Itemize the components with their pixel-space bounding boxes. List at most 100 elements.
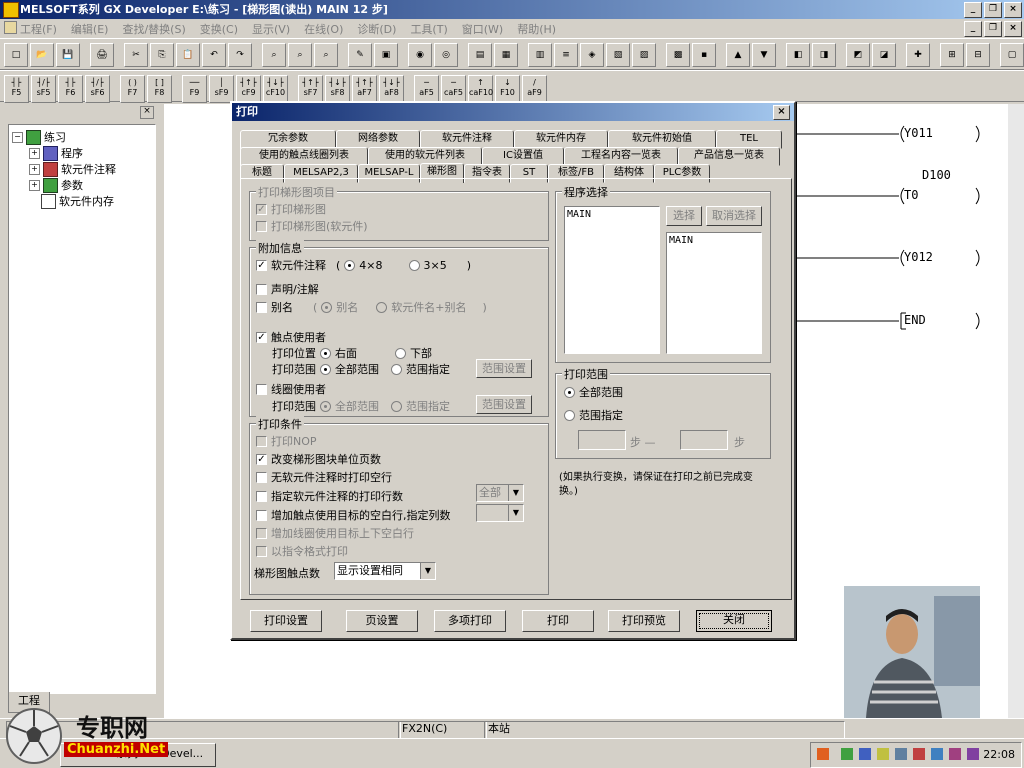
menu-item-6[interactable]: 诊断(D) (357, 21, 396, 37)
restore-button[interactable]: ❐ (984, 2, 1002, 18)
step-from-input[interactable] (578, 430, 626, 450)
alias-checkbox[interactable] (256, 301, 267, 313)
contact-user-checkbox[interactable]: ✓ (256, 331, 267, 343)
open-icon[interactable]: 📂 (30, 43, 54, 67)
sfc-icon[interactable]: ◈ (580, 43, 604, 67)
coil-t0[interactable]: T0 (904, 188, 918, 202)
print-settings-button[interactable]: 打印设置 (250, 610, 322, 632)
write-icon[interactable]: ✎ (348, 43, 372, 67)
ladder-symbol-14[interactable]: ─ aF5 (414, 75, 439, 103)
step-to-input[interactable] (680, 430, 728, 450)
child-close-button[interactable]: × (1004, 21, 1022, 37)
plc-read-icon[interactable]: ▲ (726, 43, 750, 67)
size-4x8-radio[interactable] (344, 259, 356, 271)
close-button[interactable]: × (1004, 2, 1022, 18)
menu-item-0[interactable]: 工程(F) (20, 21, 57, 37)
expand-icon[interactable]: + (29, 179, 40, 191)
ladder-symbol-17[interactable]: ↓ F10 (495, 75, 520, 103)
program-source-list[interactable]: MAIN (564, 206, 660, 354)
device-comment-checkbox[interactable]: ✓ (256, 259, 267, 271)
coil-y012[interactable]: Y012 (904, 250, 933, 264)
end-instruction[interactable]: END (904, 313, 926, 327)
ladder-symbol-10[interactable]: ┤↑├ sF7 (298, 75, 323, 103)
coil-user-checkbox[interactable] (256, 383, 267, 395)
coil-blank-checkbox[interactable] (256, 527, 267, 539)
program-selected-list[interactable]: MAIN (666, 232, 762, 354)
coil-range-spec-radio[interactable] (391, 400, 402, 412)
window-icon[interactable]: ▢ (1000, 43, 1024, 67)
ladder-symbol-5[interactable]: [ ] F8 (147, 75, 172, 103)
print-ladder-option[interactable]: ✓ 打印梯形图 (256, 201, 326, 217)
instruction-format-checkbox[interactable] (256, 545, 267, 557)
contact-blank-option[interactable]: 增加触点使用目标的空白行,指定列数 (256, 507, 451, 523)
instruction-format-option[interactable]: 以指令格式打印 (256, 543, 348, 559)
tray-other-icon[interactable] (967, 748, 979, 760)
ladder-symbol-2[interactable]: ┤├ F6 (58, 75, 83, 103)
paste-icon[interactable]: 📋 (176, 43, 200, 67)
coil-range-setting-button[interactable]: 范围设置 (476, 395, 532, 414)
range-spec-radio[interactable] (564, 409, 575, 421)
timer-setting[interactable]: D100 (922, 168, 951, 182)
print-ladder-device-option[interactable]: 打印梯形图(软元件) (256, 218, 368, 234)
print-ladder-checkbox[interactable]: ✓ (256, 203, 267, 215)
tree-item-comment[interactable]: + 软元件注释 (29, 161, 116, 177)
multi-print-button[interactable]: 多项打印 (434, 610, 506, 632)
step-read-icon[interactable]: ⊞ (940, 43, 964, 67)
position-right-radio[interactable] (320, 347, 331, 359)
search-icon[interactable]: ⌕ (262, 43, 286, 67)
ladder-symbol-11[interactable]: ┤↓├ sF8 (325, 75, 350, 103)
comment-rows-checkbox[interactable] (256, 490, 267, 502)
tree-root[interactable]: − 练习 (12, 129, 66, 145)
ladder-symbol-12[interactable]: ┤↑├ aF7 (352, 75, 377, 103)
ladder-symbol-3[interactable]: ┤/├ sF6 (85, 75, 110, 103)
read-icon[interactable]: ▣ (374, 43, 398, 67)
range-all-radio[interactable] (564, 386, 575, 398)
range-all-option[interactable]: 全部范围 (564, 384, 623, 400)
step-write-icon[interactable]: ⊟ (966, 43, 990, 67)
tray-antivirus-icon[interactable] (913, 748, 925, 760)
menu-item-3[interactable]: 变换(C) (200, 21, 238, 37)
undo-icon[interactable]: ↶ (202, 43, 226, 67)
range-spec-option[interactable]: 范围指定 (564, 407, 623, 423)
panel-close-icon[interactable]: × (140, 106, 154, 119)
menu-item-8[interactable]: 窗口(W) (462, 21, 503, 37)
coil-range-all-radio[interactable] (320, 400, 331, 412)
ladder-symbol-0[interactable]: ┤├ F5 (4, 75, 29, 103)
device-comment-option[interactable]: ✓ 软元件注释 ( 4×8 3×5 ) (256, 257, 471, 273)
ladder-symbol-15[interactable]: ─ caF5 (441, 75, 466, 103)
plc-write-icon[interactable]: ▼ (752, 43, 776, 67)
tray-app-icon[interactable] (817, 748, 829, 760)
print-preview-button[interactable]: 打印预览 (608, 610, 680, 632)
find-device-icon[interactable]: ⌕ (288, 43, 312, 67)
save-icon[interactable]: 💾 (56, 43, 80, 67)
batch-monitor-icon[interactable]: ◨ (812, 43, 836, 67)
menu-item-9[interactable]: 帮助(H) (517, 21, 556, 37)
ladder-symbol-18[interactable]: / aF9 (522, 75, 547, 103)
comment-icon[interactable]: ▨ (632, 43, 656, 67)
print-icon[interactable]: 🖨 (90, 43, 114, 67)
print-button[interactable]: 打印 (522, 610, 594, 632)
alias-option[interactable]: 别名 ( 别名 软元件名+别名 ) (256, 299, 487, 315)
graph-icon[interactable]: ▦ (494, 43, 518, 67)
vertical-scrollbar[interactable] (1008, 104, 1024, 718)
contacts-select[interactable]: 显示设置相同 ▼ (334, 562, 436, 580)
param-icon[interactable]: ▪ (692, 43, 716, 67)
menu-item-7[interactable]: 工具(T) (410, 21, 447, 37)
list-item[interactable]: MAIN (669, 235, 759, 246)
ladder-symbol-4[interactable]: ( ) F7 (120, 75, 145, 103)
ladder-symbol-13[interactable]: ┤↓├ aF8 (379, 75, 404, 103)
statement-checkbox[interactable] (256, 283, 267, 295)
entry-monitor-icon[interactable]: ◩ (846, 43, 870, 67)
menu-item-4[interactable]: 显示(V) (252, 21, 290, 37)
redo-icon[interactable]: ↷ (228, 43, 252, 67)
monitor-icon[interactable]: ◉ (408, 43, 432, 67)
list-item[interactable]: MAIN (567, 209, 657, 220)
child-minimize-button[interactable]: _ (964, 21, 982, 37)
blank-line-option[interactable]: 无软元件注释时打印空行 (256, 469, 392, 485)
device-icon[interactable]: ▧ (606, 43, 630, 67)
dialog-close-button[interactable]: × (773, 105, 790, 120)
ladder-symbol-9[interactable]: ┤↓├ cF10 (263, 75, 288, 103)
expand-icon[interactable]: + (29, 147, 40, 159)
ladder-symbol-8[interactable]: ┤↑├ cF9 (236, 75, 261, 103)
device-plus-alias-radio[interactable] (376, 301, 388, 313)
